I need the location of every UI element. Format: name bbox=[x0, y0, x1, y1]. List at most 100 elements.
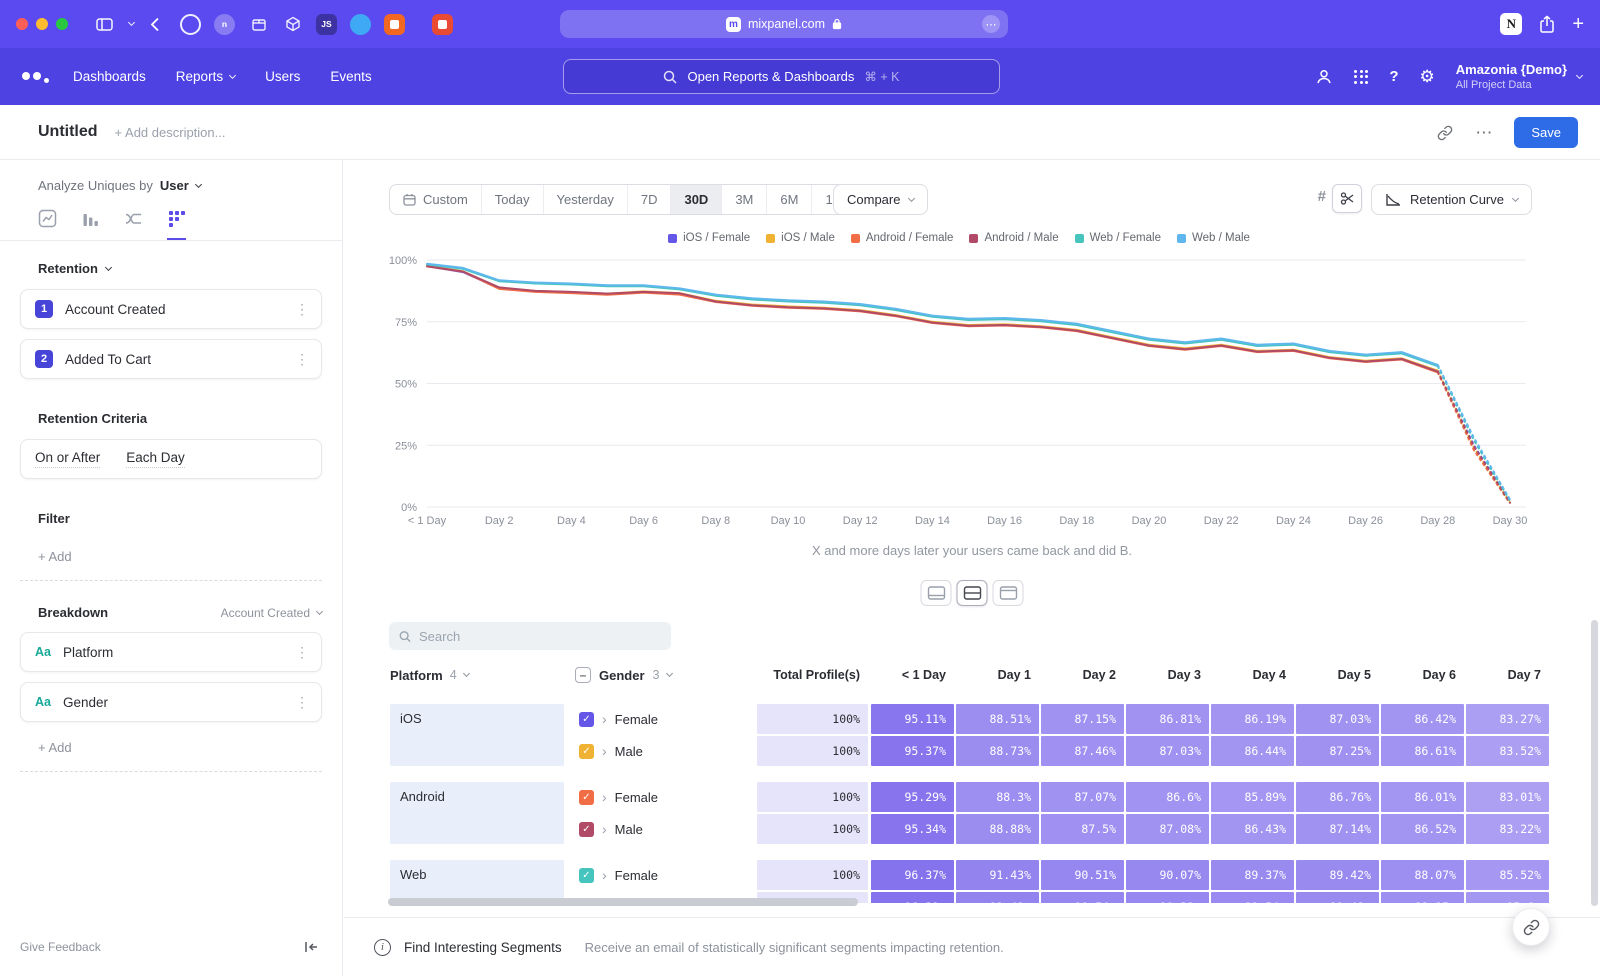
series-line[interactable] bbox=[427, 266, 1438, 371]
platform-cell[interactable]: iOS bbox=[390, 704, 564, 766]
breakdown-card[interactable]: AaGender⋮ bbox=[20, 682, 322, 722]
legend-item[interactable]: iOS / Female bbox=[668, 232, 750, 244]
breakdown-scope-select[interactable]: Account Created bbox=[221, 606, 322, 620]
back-icon[interactable] bbox=[150, 17, 160, 32]
retention-value-cell[interactable]: 86.42% bbox=[1381, 704, 1464, 734]
chart-type-select[interactable]: Retention Curve bbox=[1371, 184, 1532, 215]
pinned-tab-orange-icon[interactable] bbox=[384, 14, 405, 35]
row-checkbox[interactable]: ✓ bbox=[579, 790, 594, 805]
kebab-menu-icon[interactable]: ⋮ bbox=[295, 351, 309, 368]
retention-value-cell[interactable]: 87.03% bbox=[1296, 704, 1379, 734]
report-description-placeholder[interactable]: + Add description... bbox=[115, 125, 226, 140]
retention-value-cell[interactable]: 86.6% bbox=[1126, 782, 1209, 812]
retention-value-cell[interactable]: 86.44% bbox=[1211, 736, 1294, 766]
tab-insights[interactable] bbox=[38, 209, 57, 240]
notion-extension-icon[interactable]: N bbox=[1500, 13, 1522, 35]
retention-value-cell[interactable]: 83.22% bbox=[1466, 814, 1549, 844]
retention-value-cell[interactable]: 86.81% bbox=[1126, 704, 1209, 734]
retention-section-heading[interactable]: Retention bbox=[38, 261, 98, 276]
date-range-today[interactable]: Today bbox=[482, 185, 544, 214]
retention-value-cell[interactable]: 86.01% bbox=[1381, 782, 1464, 812]
retention-value-cell[interactable]: 88.3% bbox=[956, 782, 1039, 812]
legend-item[interactable]: Web / Male bbox=[1177, 232, 1250, 244]
retention-step-card[interactable]: 1Account Created⋮ bbox=[20, 289, 322, 329]
retention-value-cell[interactable]: 95.29% bbox=[871, 782, 954, 812]
collapse-sidebar-icon[interactable] bbox=[304, 941, 318, 953]
retention-value-cell[interactable]: 96.37% bbox=[871, 860, 954, 890]
column-header[interactable]: Day 6 bbox=[1381, 668, 1464, 682]
date-range-7d[interactable]: 7D bbox=[628, 185, 672, 214]
report-title[interactable]: Untitled bbox=[38, 123, 98, 141]
retention-value-cell[interactable]: 87.07% bbox=[1041, 782, 1124, 812]
minimize-window-icon[interactable] bbox=[36, 18, 48, 30]
clip-tool-button[interactable] bbox=[1332, 184, 1362, 213]
chevron-right-icon[interactable]: › bbox=[602, 743, 607, 759]
legend-item[interactable]: Android / Female bbox=[851, 232, 954, 244]
chevron-right-icon[interactable]: › bbox=[602, 789, 607, 805]
help-icon[interactable]: ? bbox=[1389, 68, 1398, 85]
retention-value-cell[interactable]: 88.07% bbox=[1381, 860, 1464, 890]
date-range-custom[interactable]: Custom bbox=[390, 185, 482, 214]
criteria-each-day-select[interactable]: Each Day bbox=[126, 450, 185, 468]
address-bar[interactable]: m mixpanel.com ⋯ bbox=[560, 10, 1008, 38]
find-segments-title[interactable]: Find Interesting Segments bbox=[404, 940, 562, 955]
breakdown-card[interactable]: AaPlatform⋮ bbox=[20, 632, 322, 672]
kebab-menu-icon[interactable]: ⋮ bbox=[295, 301, 309, 318]
gender-cell[interactable]: ✓›Female bbox=[575, 782, 755, 812]
view-table-only-button[interactable] bbox=[993, 580, 1024, 606]
tab-funnels[interactable] bbox=[81, 209, 100, 240]
retention-value-cell[interactable]: 87.46% bbox=[1041, 736, 1124, 766]
chevron-right-icon[interactable]: › bbox=[602, 821, 607, 837]
pinned-tab-cube-icon[interactable] bbox=[282, 14, 303, 35]
pinned-tab-package-icon[interactable] bbox=[248, 14, 269, 35]
date-range-3m[interactable]: 3M bbox=[722, 185, 767, 214]
retention-value-cell[interactable]: 87.03% bbox=[1126, 736, 1209, 766]
view-split-button[interactable] bbox=[957, 580, 988, 606]
kebab-menu-icon[interactable]: ⋮ bbox=[295, 694, 309, 711]
apps-grid-icon[interactable] bbox=[1354, 70, 1368, 84]
horizontal-scrollbar[interactable] bbox=[388, 898, 858, 906]
gender-cell[interactable]: ✓›Male bbox=[575, 814, 755, 844]
series-line[interactable] bbox=[427, 266, 1438, 371]
chevron-right-icon[interactable]: › bbox=[602, 711, 607, 727]
annotations-icon[interactable]: # bbox=[1318, 188, 1326, 205]
close-window-icon[interactable] bbox=[16, 18, 28, 30]
retention-value-cell[interactable]: 95.37% bbox=[871, 736, 954, 766]
date-range-yesterday[interactable]: Yesterday bbox=[544, 185, 628, 214]
retention-value-cell[interactable]: 87.25% bbox=[1296, 736, 1379, 766]
retention-value-cell[interactable]: 86.76% bbox=[1296, 782, 1379, 812]
retention-value-cell[interactable]: 83.01% bbox=[1466, 782, 1549, 812]
retention-value-cell[interactable]: 90.07% bbox=[1126, 860, 1209, 890]
save-button[interactable]: Save bbox=[1514, 117, 1578, 148]
row-checkbox[interactable]: ✓ bbox=[579, 712, 594, 727]
column-header[interactable]: Day 7 bbox=[1466, 668, 1549, 682]
date-range-6m[interactable]: 6M bbox=[767, 185, 812, 214]
retention-value-cell[interactable]: 88.88% bbox=[956, 814, 1039, 844]
project-switcher[interactable]: Amazonia {Demo} All Project Data bbox=[1456, 62, 1582, 91]
add-breakdown-button[interactable]: + Add bbox=[20, 732, 322, 772]
retention-value-cell[interactable]: 83.27% bbox=[1466, 704, 1549, 734]
retention-value-cell[interactable]: 91.43% bbox=[956, 860, 1039, 890]
retention-value-cell[interactable]: 85.89% bbox=[1211, 782, 1294, 812]
series-line[interactable] bbox=[427, 266, 1438, 371]
settings-gear-icon[interactable]: ⚙ bbox=[1420, 67, 1435, 87]
extensions-icon[interactable]: ⋯ bbox=[982, 15, 1000, 33]
pinned-tab-ring-icon[interactable] bbox=[180, 14, 201, 35]
more-options-icon[interactable]: ⋯ bbox=[1475, 123, 1492, 143]
retention-value-cell[interactable]: 86.43% bbox=[1211, 814, 1294, 844]
share-link-button[interactable] bbox=[1512, 908, 1550, 946]
vertical-scrollbar[interactable] bbox=[1591, 620, 1598, 906]
share-icon[interactable] bbox=[1539, 15, 1555, 33]
column-header[interactable]: Day 2 bbox=[1041, 668, 1124, 682]
retention-value-cell[interactable]: 87.5% bbox=[1041, 814, 1124, 844]
legend-item[interactable]: Web / Female bbox=[1075, 232, 1161, 244]
column-header[interactable]: Day 3 bbox=[1126, 668, 1209, 682]
nav-item-reports[interactable]: Reports bbox=[163, 61, 248, 92]
retention-value-cell[interactable]: 85.52% bbox=[1466, 860, 1549, 890]
table-search[interactable] bbox=[389, 622, 671, 650]
retention-value-cell[interactable]: 90.51% bbox=[1041, 860, 1124, 890]
copy-link-icon[interactable] bbox=[1437, 125, 1453, 141]
kebab-menu-icon[interactable]: ⋮ bbox=[295, 644, 309, 661]
retention-value-cell[interactable]: 86.19% bbox=[1211, 704, 1294, 734]
pinned-tab-circle-icon[interactable]: n bbox=[214, 14, 235, 35]
